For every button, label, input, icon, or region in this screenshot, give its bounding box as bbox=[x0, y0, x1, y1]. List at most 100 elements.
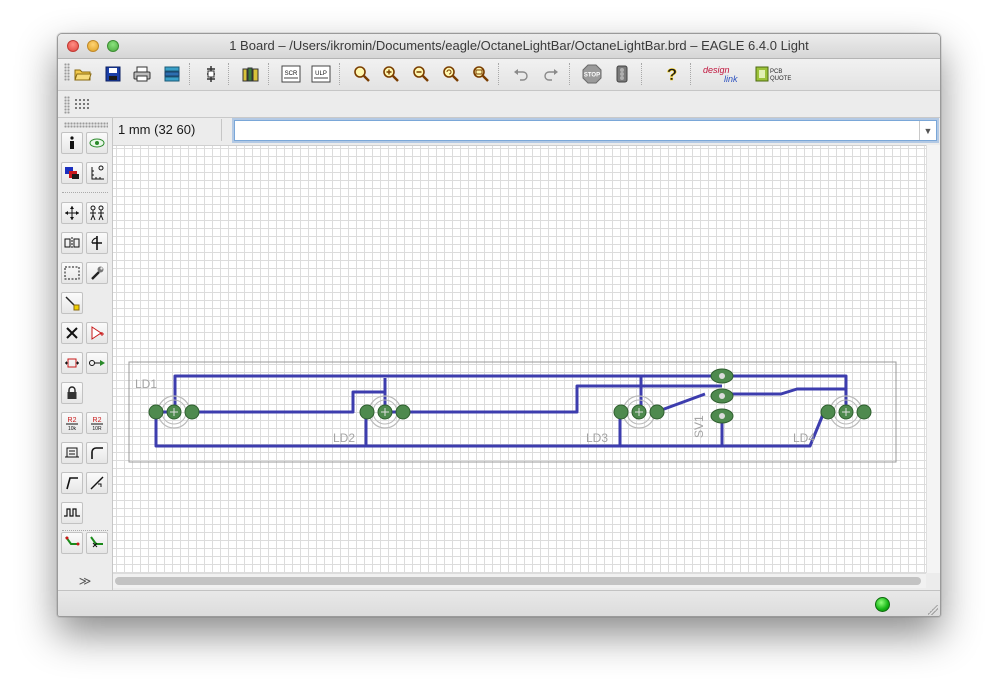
meander-button[interactable] bbox=[61, 502, 83, 524]
close-button[interactable] bbox=[67, 40, 79, 52]
split-button[interactable] bbox=[61, 442, 83, 464]
route-icon bbox=[65, 536, 80, 546]
route-button[interactable] bbox=[61, 532, 83, 554]
stop-button[interactable]: STOP bbox=[581, 63, 603, 85]
script-icon: SCR bbox=[281, 65, 301, 83]
part-sv1[interactable]: SV1 bbox=[692, 368, 734, 438]
command-input[interactable] bbox=[235, 121, 923, 139]
part-ld3[interactable]: LD3 bbox=[586, 395, 665, 445]
split-icon bbox=[65, 447, 79, 458]
smash-icon-label: R2 bbox=[93, 417, 102, 424]
pcb-quote-button[interactable]: PCB QUOTE bbox=[755, 63, 793, 85]
ulp-icon: ULP bbox=[311, 65, 331, 83]
replace-button[interactable] bbox=[61, 352, 83, 374]
parameter-toolbar bbox=[58, 91, 940, 118]
part-ld4[interactable]: LD4 bbox=[793, 395, 872, 445]
undo-button[interactable] bbox=[510, 63, 532, 85]
label-ld3: LD3 bbox=[586, 431, 608, 445]
script-label: SCR bbox=[285, 71, 298, 77]
miter-button[interactable] bbox=[86, 442, 108, 464]
zoom-select-button[interactable] bbox=[470, 63, 492, 85]
wire-button[interactable] bbox=[61, 472, 83, 494]
print-icon bbox=[133, 66, 151, 82]
zoom-out-icon bbox=[413, 66, 429, 82]
command-history-dropdown[interactable]: ▼ bbox=[919, 121, 936, 140]
redo-icon bbox=[544, 69, 558, 81]
window-title: 1 Board – /Users/ikromin/Documents/eagle… bbox=[229, 38, 809, 53]
copy-button[interactable] bbox=[86, 202, 108, 224]
mark-button[interactable] bbox=[86, 162, 108, 184]
rotate-button[interactable] bbox=[86, 232, 108, 254]
cam-processor-button[interactable] bbox=[161, 63, 183, 85]
zoom-redraw-icon bbox=[443, 66, 459, 82]
part-ld2[interactable]: LD2 bbox=[333, 395, 411, 445]
open-button[interactable] bbox=[72, 63, 94, 85]
design-link-bottom-label: link bbox=[724, 74, 738, 84]
horizontal-scrollbar[interactable] bbox=[113, 573, 926, 588]
ulp-button[interactable]: ULP bbox=[310, 63, 332, 85]
delete-button[interactable] bbox=[61, 322, 83, 344]
info-icon bbox=[70, 136, 74, 149]
move-button[interactable] bbox=[61, 202, 83, 224]
show-button[interactable] bbox=[86, 132, 108, 154]
value-icon: R210k bbox=[66, 417, 78, 432]
smash-button[interactable]: R2 10R bbox=[86, 412, 108, 434]
add-button[interactable] bbox=[86, 322, 108, 344]
zoom-select-icon bbox=[473, 66, 489, 82]
paste-icon bbox=[65, 296, 80, 311]
display-button[interactable] bbox=[61, 162, 83, 184]
cam-icon bbox=[164, 66, 180, 82]
name-button[interactable] bbox=[86, 352, 108, 374]
grid-button[interactable] bbox=[71, 94, 93, 116]
info-button[interactable] bbox=[61, 132, 83, 154]
vertical-scrollbar[interactable] bbox=[926, 145, 940, 573]
pcb-quote-icon: PCBQUOTE bbox=[755, 66, 791, 82]
go-button[interactable] bbox=[611, 63, 633, 85]
command-line[interactable]: ▼ bbox=[234, 120, 937, 141]
toolbar-grip[interactable] bbox=[64, 122, 108, 128]
zoom-button[interactable] bbox=[107, 40, 119, 52]
mirror-button[interactable] bbox=[61, 232, 83, 254]
zoom-fit-button[interactable] bbox=[351, 63, 373, 85]
library-button[interactable] bbox=[240, 63, 262, 85]
toolbar-grip[interactable] bbox=[64, 63, 70, 81]
title-bar[interactable]: 1 Board – /Users/ikromin/Documents/eagle… bbox=[58, 34, 940, 59]
paste-button[interactable] bbox=[61, 292, 83, 314]
horizontal-scroll-thumb[interactable] bbox=[115, 577, 921, 585]
change-button[interactable] bbox=[86, 262, 108, 284]
part-ld1[interactable]: LD1 bbox=[135, 377, 200, 429]
help-icon: ? bbox=[667, 65, 678, 83]
ripup-button[interactable] bbox=[86, 532, 108, 554]
save-button[interactable] bbox=[102, 63, 124, 85]
redo-button[interactable] bbox=[540, 63, 562, 85]
zoom-in-button[interactable] bbox=[380, 63, 402, 85]
toolbar-separator bbox=[498, 63, 500, 85]
minimize-button[interactable] bbox=[87, 40, 99, 52]
group-button[interactable] bbox=[61, 262, 83, 284]
chevron-down-icon: ▼ bbox=[923, 125, 933, 136]
expand-toolbar-button[interactable]: ≫ bbox=[74, 570, 96, 592]
miter-icon bbox=[91, 447, 103, 459]
zoom-out-button[interactable] bbox=[410, 63, 432, 85]
label-ld1: LD1 bbox=[135, 377, 157, 391]
optimize-button[interactable] bbox=[86, 472, 108, 494]
print-button[interactable] bbox=[131, 63, 153, 85]
resize-grip-icon[interactable] bbox=[928, 605, 938, 615]
coordinate-display: 1 mm (32 60) bbox=[112, 119, 222, 141]
value-button[interactable]: R2 10k bbox=[61, 412, 83, 434]
board-schematic-switch-button[interactable] bbox=[200, 63, 222, 85]
zoom-in-icon bbox=[383, 66, 399, 82]
lock-button[interactable] bbox=[61, 382, 83, 404]
rotate-icon bbox=[91, 236, 102, 250]
toolbar-separator bbox=[690, 63, 692, 85]
grid-dots-icon bbox=[75, 99, 89, 109]
help-button[interactable]: ? bbox=[661, 63, 683, 85]
zoom-redraw-button[interactable] bbox=[440, 63, 462, 85]
open-icon bbox=[74, 69, 92, 81]
toolbar-grip[interactable] bbox=[64, 96, 70, 114]
pcb-quote-bottom-label: QUOTE bbox=[770, 76, 791, 82]
undo-icon bbox=[514, 69, 528, 81]
design-link-button[interactable]: design link bbox=[702, 63, 748, 85]
script-button[interactable]: SCR bbox=[280, 63, 302, 85]
board-canvas[interactable]: LD1 LD2 LD3 SV1 LD4 bbox=[113, 145, 926, 574]
